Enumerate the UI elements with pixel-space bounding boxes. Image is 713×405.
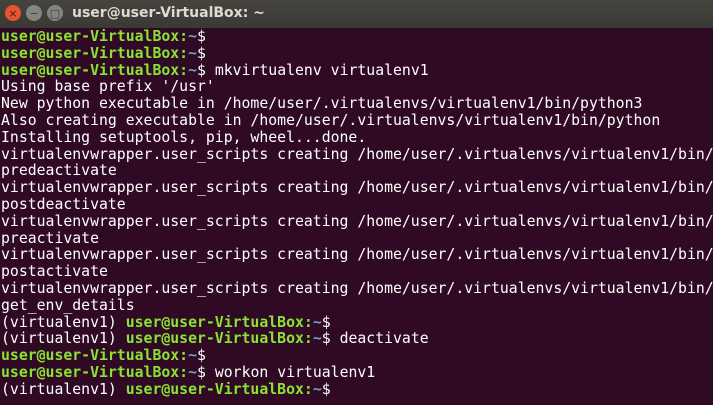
prompt-line: user@user-VirtualBox:~$ workon virtualen… [1, 365, 713, 382]
prompt-line: (virtualenv1) user@user-VirtualBox:~$ de… [1, 331, 713, 348]
prompt-line: user@user-VirtualBox:~$ [1, 46, 713, 63]
prompt-path: ~ [188, 45, 198, 62]
output-text: virtualenvwrapper.user_scripts creating … [1, 146, 713, 163]
prompt-path: ~ [188, 348, 198, 365]
output-line: virtualenvwrapper.user_scripts creating … [1, 214, 713, 231]
venv-prefix: (virtualenv1) [1, 314, 126, 331]
output-text: virtualenvwrapper.user_scripts creating … [1, 247, 713, 264]
prompt-path: ~ [312, 314, 322, 331]
output-text: Installing setuptools, pip, wheel...done… [1, 129, 367, 146]
maximize-button[interactable]: □ [47, 5, 63, 21]
venv-prefix: (virtualenv1) [1, 381, 126, 398]
output-text: Using base prefix '/usr' [1, 79, 215, 96]
prompt-line: (virtualenv1) user@user-VirtualBox:~$ [1, 382, 713, 399]
prompt-colon: : [303, 331, 313, 348]
output-text: preactivate [1, 230, 99, 247]
output-text: virtualenvwrapper.user_scripts creating … [1, 213, 713, 230]
prompt-symbol: $ [197, 62, 206, 79]
prompt-colon: : [303, 381, 313, 398]
prompt-user-host: user@user-VirtualBox [1, 45, 180, 62]
output-text: get_env_details [1, 297, 135, 314]
prompt-path: ~ [312, 381, 322, 398]
output-text: virtualenvwrapper.user_scripts creating … [1, 180, 713, 197]
title-bar: × − □ user@user-VirtualBox: ~ [0, 0, 713, 28]
command-text: mkvirtualenv virtualenv1 [205, 62, 429, 79]
prompt-colon: : [303, 314, 313, 331]
command-text: workon virtualenv1 [205, 364, 376, 381]
prompt-user-host: user@user-VirtualBox [1, 348, 180, 365]
output-text: virtualenvwrapper.user_scripts creating … [1, 280, 713, 297]
prompt-symbol: $ [197, 364, 206, 381]
maximize-icon: □ [49, 6, 61, 20]
prompt-user-host: user@user-VirtualBox [125, 331, 304, 348]
prompt-colon: : [179, 45, 189, 62]
prompt-path: ~ [188, 364, 198, 381]
output-text: New python executable in /home/user/.vir… [1, 96, 643, 113]
output-line: postactivate [1, 264, 713, 281]
output-line: Also creating executable in /home/user/.… [1, 113, 713, 130]
prompt-user-host: user@user-VirtualBox [1, 364, 180, 381]
prompt-colon: : [179, 62, 189, 79]
prompt-user-host: user@user-VirtualBox [1, 62, 180, 79]
venv-prefix: (virtualenv1) [1, 331, 126, 348]
output-line: New python executable in /home/user/.vir… [1, 96, 713, 113]
output-line: preactivate [1, 231, 713, 248]
prompt-symbol: $ [321, 381, 331, 398]
output-line: virtualenvwrapper.user_scripts creating … [1, 147, 713, 164]
output-text: postdeactivate [1, 196, 126, 213]
command-text: deactivate [330, 331, 429, 348]
prompt-colon: : [179, 29, 189, 45]
output-text: Also creating executable in /home/user/.… [1, 112, 661, 129]
prompt-symbol: $ [197, 348, 206, 365]
prompt-line: user@user-VirtualBox:~$ [1, 348, 713, 365]
close-button[interactable]: × [5, 5, 21, 21]
output-line: virtualenvwrapper.user_scripts creating … [1, 281, 713, 298]
prompt-path: ~ [188, 29, 198, 45]
prompt-line: (virtualenv1) user@user-VirtualBox:~$ [1, 315, 713, 332]
prompt-colon: : [179, 364, 189, 381]
prompt-user-host: user@user-VirtualBox [125, 314, 304, 331]
output-line: Installing setuptools, pip, wheel...done… [1, 130, 713, 147]
prompt-symbol: $ [197, 29, 206, 45]
close-icon: × [8, 6, 18, 20]
output-line: postdeactivate [1, 197, 713, 214]
output-text: postactivate [1, 264, 108, 281]
prompt-line: user@user-VirtualBox:~$ mkvirtualenv vir… [1, 63, 713, 80]
prompt-line: user@user-VirtualBox:~$ [1, 29, 713, 46]
terminal-output[interactable]: user@user-VirtualBox:~$ user@user-Virtual… [1, 29, 713, 399]
prompt-user-host: user@user-VirtualBox [125, 381, 304, 398]
output-line: virtualenvwrapper.user_scripts creating … [1, 180, 713, 197]
prompt-user-host: user@user-VirtualBox [1, 29, 180, 45]
minimize-button[interactable]: − [26, 5, 42, 21]
output-line: get_env_details [1, 298, 713, 315]
window-title: user@user-VirtualBox: ~ [72, 5, 265, 21]
output-line: predeactivate [1, 163, 713, 180]
prompt-path: ~ [188, 62, 198, 79]
output-text: predeactivate [1, 163, 117, 180]
prompt-path: ~ [312, 331, 322, 348]
prompt-symbol: $ [321, 314, 331, 331]
output-line: Using base prefix '/usr' [1, 79, 713, 96]
minimize-icon: − [29, 6, 39, 20]
output-line: virtualenvwrapper.user_scripts creating … [1, 247, 713, 264]
prompt-colon: : [179, 348, 189, 365]
prompt-symbol: $ [321, 331, 331, 348]
prompt-symbol: $ [197, 45, 206, 62]
